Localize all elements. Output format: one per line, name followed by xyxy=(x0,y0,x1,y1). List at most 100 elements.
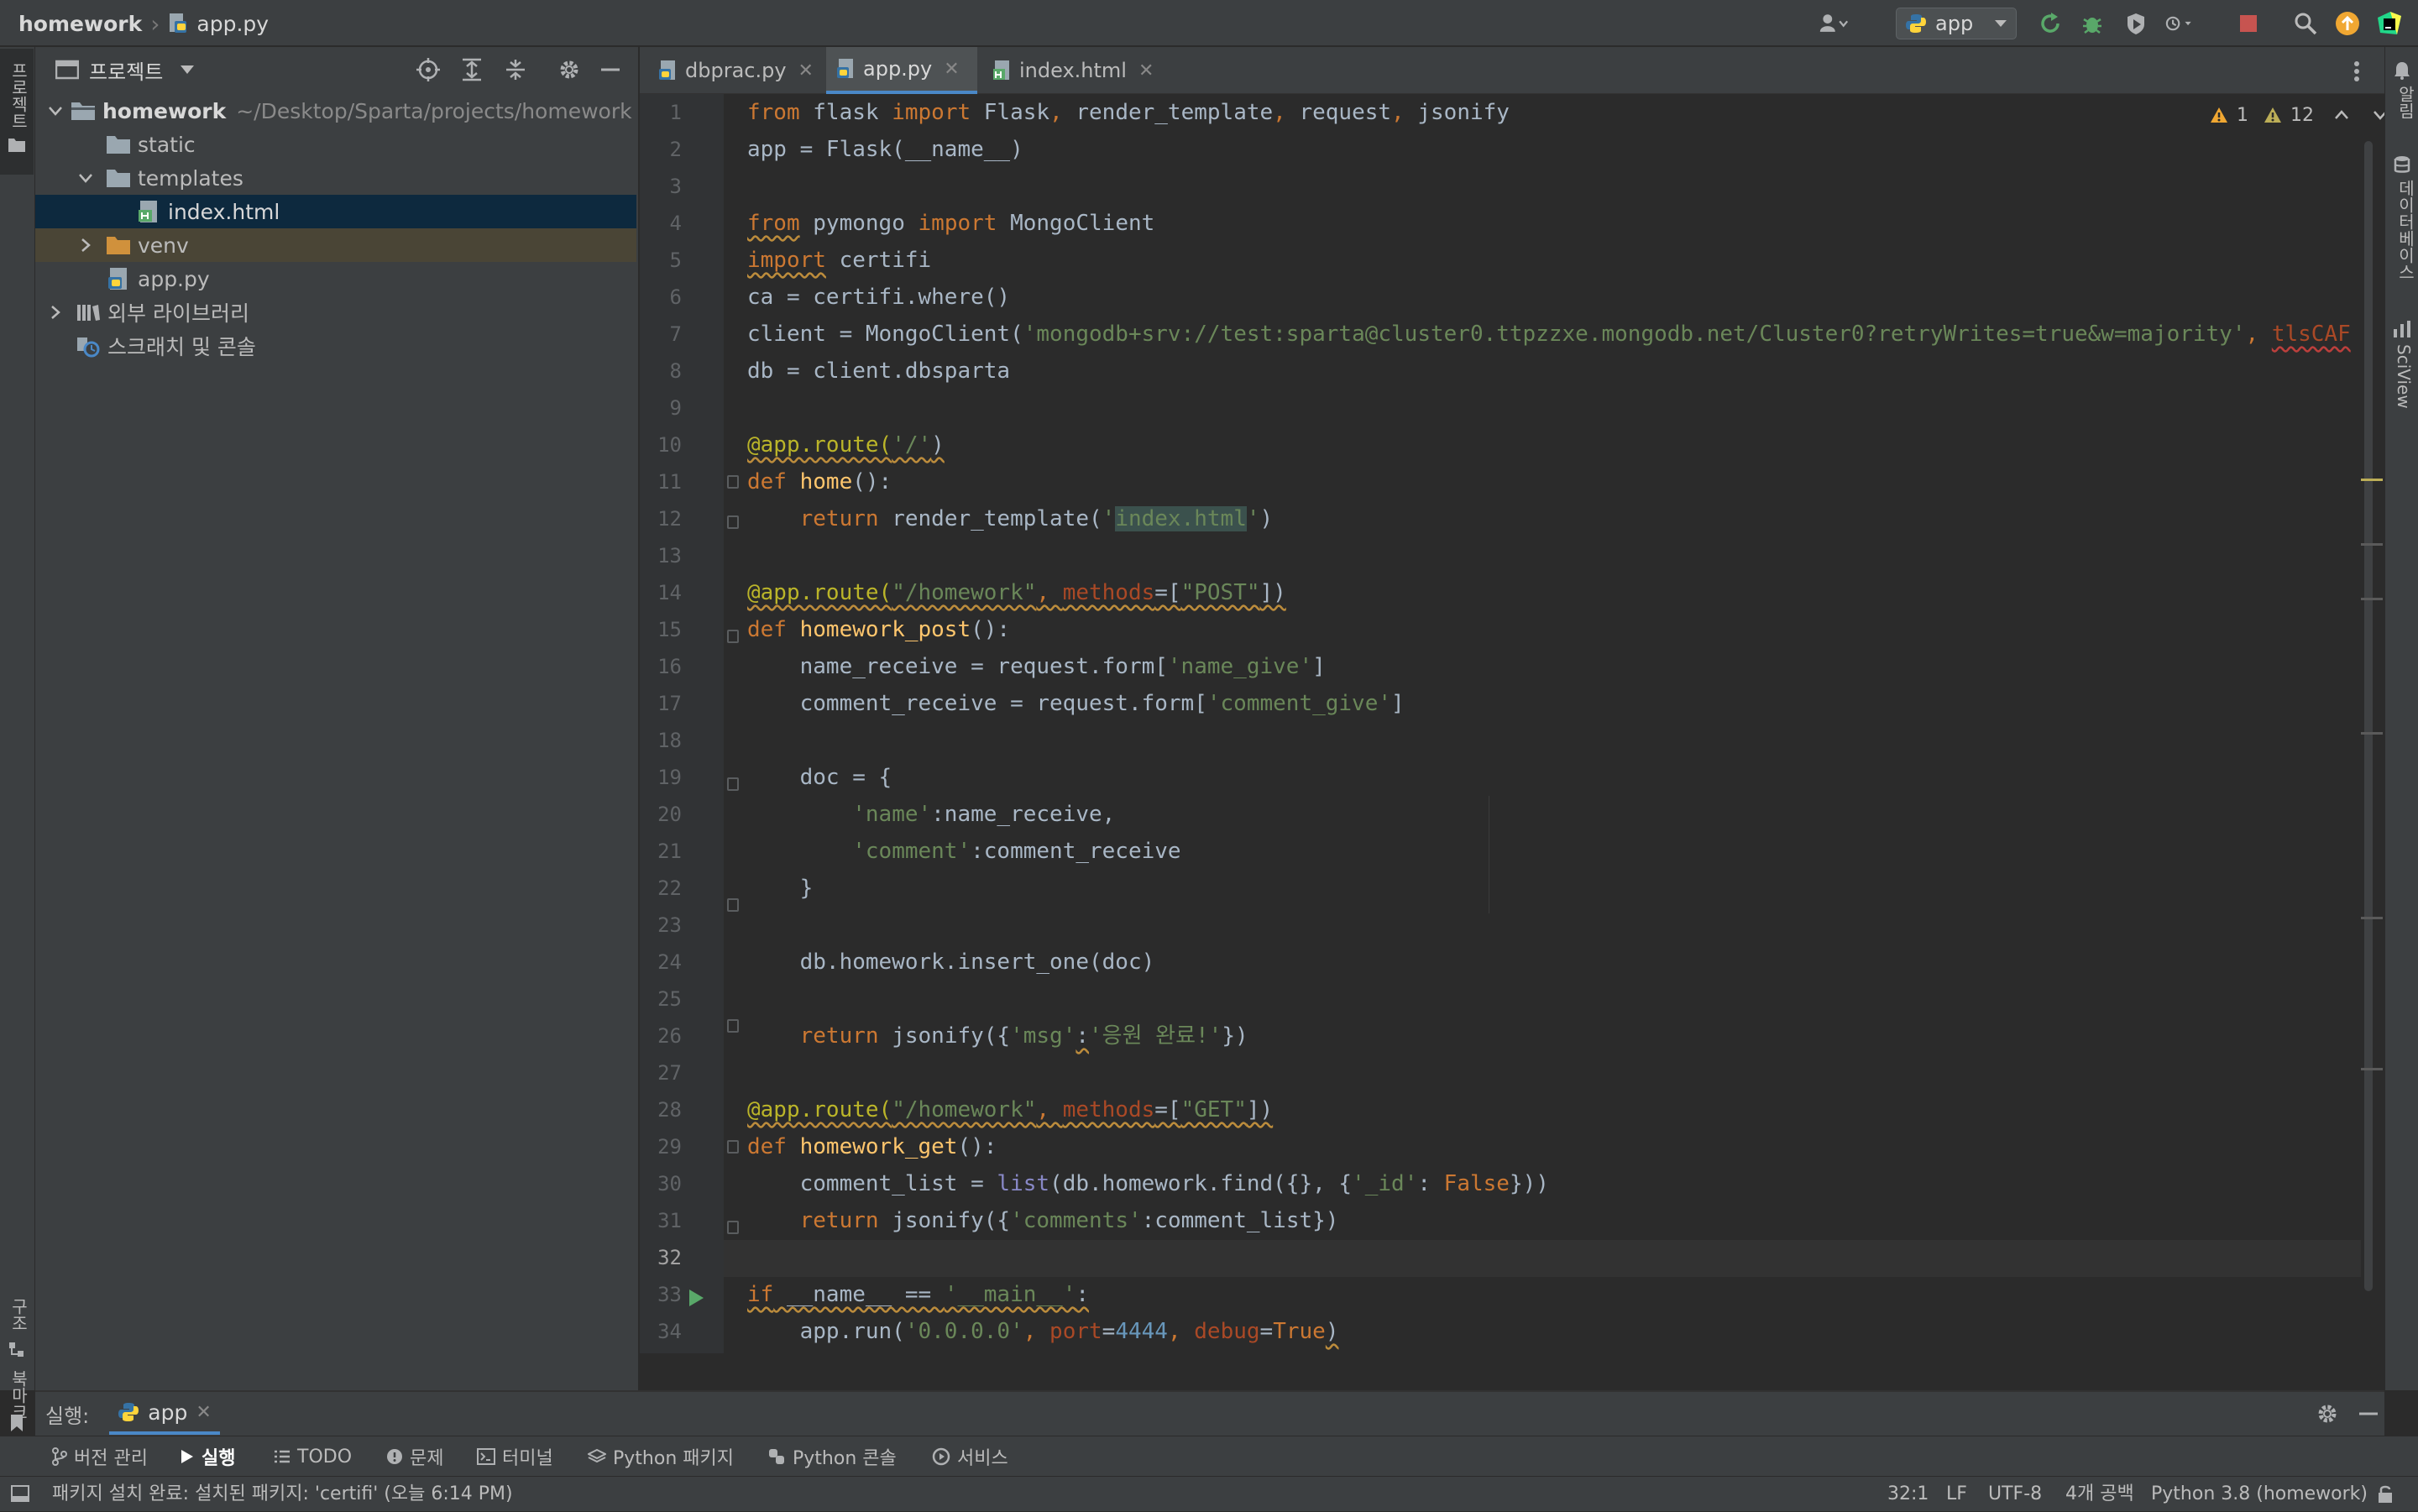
vertical-scrollbar[interactable] xyxy=(2364,141,2373,1291)
code-line-22: } xyxy=(747,876,814,901)
tree-label-scratches: 스크래치 및 콘솔 xyxy=(107,335,256,359)
tree-item-app-py[interactable]: app.py xyxy=(35,262,636,296)
tool-services[interactable]: 서비스 xyxy=(932,1436,1008,1477)
chevron-right-icon[interactable] xyxy=(45,302,65,322)
caret-position[interactable]: 32:1 xyxy=(1887,1477,1929,1512)
code-line-26: return jsonify({'msg':'응원 완료!'}) xyxy=(799,1023,1248,1049)
inspection-widget[interactable]: 1 12 xyxy=(2210,102,2384,128)
fold-marker[interactable] xyxy=(727,515,739,529)
line-number: 18 xyxy=(657,729,682,752)
gear-icon[interactable] xyxy=(557,58,581,81)
debug-icon[interactable] xyxy=(2077,8,2107,39)
tool-python-packages[interactable]: Python 패키지 xyxy=(588,1436,734,1477)
title-toolbar: homework › app.py app xyxy=(0,0,2418,47)
fold-marker[interactable] xyxy=(727,1221,739,1234)
fold-marker[interactable] xyxy=(727,1019,739,1033)
tree-item-venv[interactable]: venv xyxy=(35,228,636,262)
folder-icon xyxy=(106,233,131,257)
coverage-icon[interactable] xyxy=(2121,8,2151,39)
bookmarks-tool-button[interactable]: 북마크 xyxy=(0,1340,34,1432)
search-icon[interactable] xyxy=(2290,8,2321,39)
tree-label-static: static xyxy=(138,132,196,157)
tool-version-control[interactable]: 버전 관리 xyxy=(52,1436,148,1477)
fold-marker[interactable] xyxy=(727,777,739,791)
breadcrumb-project[interactable]: homework xyxy=(18,12,142,36)
chevron-down-icon[interactable] xyxy=(76,168,96,188)
hide-panel-icon[interactable] xyxy=(2358,1402,2379,1426)
more-tabs-icon[interactable] xyxy=(2353,60,2361,82)
gear-icon[interactable] xyxy=(2316,1402,2339,1426)
tree-item-index-html[interactable]: index.html xyxy=(35,195,636,228)
tool-label: 실행 xyxy=(202,1448,236,1469)
tool-run[interactable]: 실행 xyxy=(180,1436,235,1477)
file-encoding[interactable]: UTF-8 xyxy=(1988,1477,2042,1512)
tool-label: 문제 xyxy=(410,1448,444,1469)
tree-item-external-libraries[interactable]: 외부 라이브러리 xyxy=(35,296,636,329)
error-count: 1 xyxy=(2237,104,2248,126)
run-tab-app[interactable]: app ✕ xyxy=(109,1393,220,1435)
tab-label: dbprac.py xyxy=(685,59,787,82)
run-config-select[interactable]: app xyxy=(1896,8,2017,39)
sciview-tool-button[interactable]: SciView xyxy=(2392,319,2414,409)
stop-icon[interactable] xyxy=(2233,8,2264,39)
line-separator[interactable]: LF xyxy=(1946,1477,1967,1512)
profile-icon[interactable] xyxy=(2164,8,2195,39)
rerun-icon[interactable] xyxy=(2035,8,2065,39)
collapse-all-icon[interactable] xyxy=(504,58,527,81)
chevron-down-icon[interactable] xyxy=(180,65,195,75)
tool-todo[interactable]: TODO xyxy=(274,1436,352,1477)
tree-item-static[interactable]: static xyxy=(35,128,636,161)
project-tool-button[interactable]: 프로젝트 xyxy=(0,49,34,175)
status-message[interactable]: 패키지 설치 완료: 설치된 패키지: 'certifi' (오늘 6:14 P… xyxy=(52,1477,513,1512)
tab-app-py[interactable]: app.py ✕ xyxy=(826,47,977,94)
fold-marker[interactable] xyxy=(727,1140,739,1154)
tab-dbprac-py[interactable]: dbprac.py ✕ xyxy=(648,47,821,94)
lock-icon[interactable] xyxy=(2376,1484,2394,1504)
chevron-down-icon[interactable] xyxy=(2373,110,2384,120)
tab-index-html[interactable]: index.html ✕ xyxy=(982,47,1159,94)
update-icon[interactable] xyxy=(2332,8,2363,39)
locate-file-icon[interactable] xyxy=(416,58,440,81)
python-icon xyxy=(118,1401,139,1423)
project-view-title[interactable]: 프로젝트 xyxy=(89,55,163,85)
chevron-up-icon[interactable] xyxy=(2334,110,2349,120)
close-icon[interactable]: ✕ xyxy=(1138,60,1154,81)
user-account-icon[interactable] xyxy=(1819,8,1849,39)
code-line-21: 'comment':comment_receive xyxy=(852,839,1181,864)
html-file-icon xyxy=(136,200,161,223)
tool-terminal[interactable]: 터미널 xyxy=(477,1436,553,1477)
close-icon[interactable]: ✕ xyxy=(798,60,814,81)
notifications-tool-button[interactable]: 알림 xyxy=(2392,60,2418,119)
breadcrumb: homework › app.py xyxy=(18,0,269,47)
line-number: 29 xyxy=(657,1135,682,1159)
close-icon[interactable]: ✕ xyxy=(196,1402,211,1423)
tool-python-console[interactable]: Python 콘솔 xyxy=(767,1436,897,1477)
run-gutter-icon[interactable] xyxy=(687,1288,705,1308)
status-bar: 패키지 설치 완료: 설치된 패키지: 'certifi' (오늘 6:14 P… xyxy=(0,1476,2418,1511)
tool-problems[interactable]: 문제 xyxy=(386,1436,443,1477)
indent-setting[interactable]: 4개 공백 xyxy=(2065,1477,2134,1512)
line-number: 21 xyxy=(657,840,682,863)
expand-all-icon[interactable] xyxy=(460,58,484,81)
notifications-label: 알림 xyxy=(2395,86,2415,119)
tree-item-scratches[interactable]: 스크래치 및 콘솔 xyxy=(35,329,636,363)
tree-item-homework[interactable]: homework ~/Desktop/Sparta/projects/homew… xyxy=(35,94,636,128)
hide-panel-icon[interactable] xyxy=(599,58,621,81)
close-icon[interactable]: ✕ xyxy=(944,59,959,80)
fold-marker[interactable] xyxy=(727,475,739,489)
code-editor[interactable]: 1 2 3 4 5 6 7 8 9 10 11 12 13 14 15 16 17 18 19 20 21 22 23 24 2… xyxy=(640,94,2384,1353)
tab-label: index.html xyxy=(1019,59,1127,82)
fold-marker[interactable] xyxy=(727,898,739,912)
folder-icon xyxy=(8,136,26,153)
python-interpreter[interactable]: Python 3.8 (homework) xyxy=(2151,1477,2368,1512)
tree-item-templates[interactable]: templates xyxy=(35,161,636,195)
chevron-down-icon[interactable] xyxy=(45,101,65,121)
chevron-right-icon[interactable] xyxy=(76,235,96,255)
ide-logo-icon[interactable] xyxy=(2374,8,2405,39)
database-tool-button[interactable]: 데이터베이스 xyxy=(2392,154,2418,280)
breadcrumb-file[interactable]: app.py xyxy=(196,12,269,36)
line-number: 23 xyxy=(657,913,682,937)
toggle-tool-windows-icon[interactable] xyxy=(10,1483,30,1504)
fold-marker[interactable] xyxy=(727,630,739,643)
line-number: 3 xyxy=(669,175,682,198)
